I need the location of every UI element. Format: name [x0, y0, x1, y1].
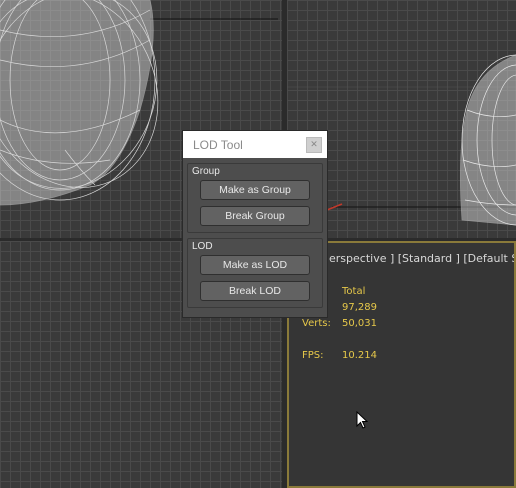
polys-value: 97,289 [342, 302, 377, 313]
fps-label: FPS: [302, 350, 324, 361]
lod-tool-window[interactable]: LOD Tool ✕ Group Make as Group Break Gro… [182, 130, 328, 318]
verts-label: Verts: [302, 318, 331, 329]
break-group-button[interactable]: Break Group [200, 206, 310, 226]
make-as-lod-button[interactable]: Make as LOD [200, 255, 310, 275]
group-section-label: Group [192, 166, 220, 177]
break-lod-button[interactable]: Break LOD [200, 281, 310, 301]
lod-tool-titlebar[interactable]: LOD Tool ✕ [183, 131, 327, 158]
mouse-cursor-icon [356, 411, 368, 429]
lod-section: LOD Make as LOD Break LOD [187, 238, 323, 308]
lod-tool-title: LOD Tool [193, 137, 243, 152]
close-icon[interactable]: ✕ [306, 136, 322, 153]
lod-section-label: LOD [192, 241, 213, 252]
viewport-label[interactable]: erspective ] [Standard ] [Default Shadin [329, 252, 514, 265]
verts-value: 50,031 [342, 318, 377, 329]
group-section: Group Make as Group Break Group [187, 163, 323, 233]
stats-header: Total [342, 286, 366, 297]
fps-value: 10.214 [342, 350, 377, 361]
make-as-group-button[interactable]: Make as Group [200, 180, 310, 200]
